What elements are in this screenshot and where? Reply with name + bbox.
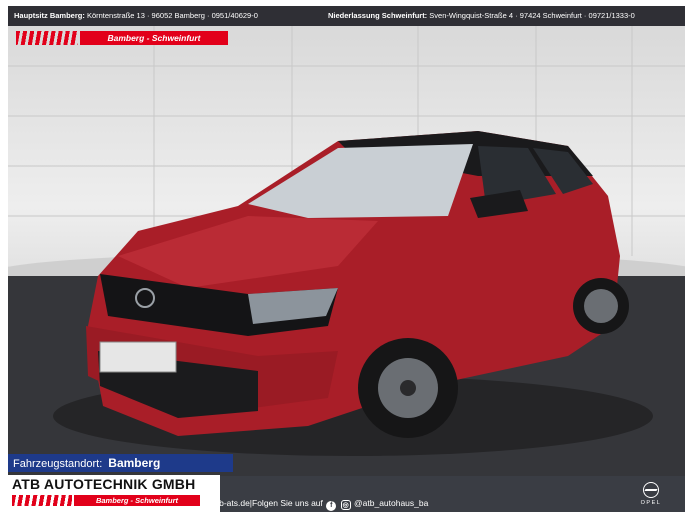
branch-address: Sven-Wingquist-Straße 4 · 97424 Schweinf…: [429, 11, 635, 20]
banner-stripes: [16, 31, 78, 45]
opel-logo: OPEL: [633, 482, 669, 510]
dealer-subtitle: Bamberg - Schweinfurt: [74, 495, 200, 506]
headquarters-label: Hauptsitz Bamberg:: [14, 11, 85, 20]
branch-label: Niederlassung Schweinfurt:: [328, 11, 428, 20]
social-handle: @atb_autohaus_ba: [354, 498, 429, 508]
headquarters-info: Hauptsitz Bamberg: Körntenstraße 13 · 96…: [14, 6, 258, 26]
instagram-icon: ◎: [340, 500, 351, 510]
headquarters-address: Körntenstraße 13 · 96052 Bamberg · 0951/…: [86, 11, 258, 20]
vehicle-location-label: Fahrzeugstandort:: [13, 458, 103, 470]
listing-image: Hauptsitz Bamberg: Körntenstraße 13 · 96…: [0, 0, 685, 512]
branch-info: Niederlassung Schweinfurt: Sven-Wingquis…: [328, 6, 635, 26]
vehicle-location-city: Bamberg: [108, 456, 161, 470]
location-banner: Bamberg - Schweinfurt: [16, 31, 228, 45]
car-photo: [8, 26, 685, 478]
dealer-name: ATB AUTOTECHNIK GMBH: [12, 476, 196, 492]
facebook-icon: f: [326, 501, 337, 511]
social-text: atb-ats.de|Folgen Sie uns auf: [212, 498, 323, 508]
social-links: atb-ats.de|Folgen Sie uns auf f ◎ @atb_a…: [212, 496, 428, 511]
opel-ring-icon: [643, 482, 659, 498]
banner-label: Bamberg - Schweinfurt: [80, 31, 228, 45]
vehicle-location: Fahrzeugstandort: Bamberg: [8, 454, 233, 472]
contact-bar: Hauptsitz Bamberg: Körntenstraße 13 · 96…: [8, 6, 685, 26]
car-illustration: [8, 26, 685, 478]
opel-wordmark: OPEL: [640, 500, 662, 506]
dealer-logo: ATB AUTOTECHNIK GMBH Bamberg - Schweinfu…: [8, 475, 220, 512]
dealer-stripes: [12, 495, 72, 506]
